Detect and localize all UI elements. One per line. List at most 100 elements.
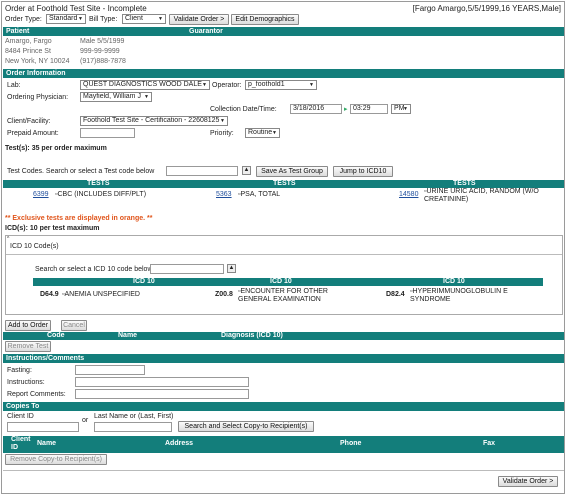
operator-select[interactable]: p_foothold1 ▼	[245, 80, 317, 90]
chevron-down-icon: ▼	[309, 82, 314, 88]
fasting-input[interactable]	[75, 365, 145, 375]
order-type-select[interactable]: Standard ▼	[46, 14, 86, 24]
patient-sex-dob: Male 5/5/1999	[80, 38, 125, 45]
icd-col-2: ICD 10	[270, 278, 292, 285]
priority-select[interactable]: Routine ▼	[245, 128, 280, 138]
chevron-down-icon: ▼	[78, 16, 83, 22]
icd-code: D64.9	[40, 291, 59, 298]
chevron-down-icon: ▼	[403, 106, 408, 112]
order-type-label: Order Type:	[5, 16, 42, 23]
save-test-group-button[interactable]: Save As Test Group	[256, 166, 328, 177]
tests-table-header: TESTS TESTS TESTS	[3, 180, 564, 188]
collection-date-input[interactable]: 3/18/2016	[290, 104, 342, 114]
test-search-label: Test Codes. Search or select a Test code…	[7, 168, 155, 175]
order-info-header: Order Information	[3, 69, 564, 78]
physician-label: Ordering Physician:	[7, 94, 69, 101]
patient-name: Amargo, Fargo	[5, 38, 52, 45]
test-name: ▫PSA, TOTAL	[238, 191, 281, 198]
icd-table-header: ICD 10 ICD 10 ICD 10	[33, 278, 543, 286]
order-col-code: Code	[47, 332, 65, 339]
search-copy-to-button[interactable]: Search and Select Copy-to Recipient(s)	[178, 421, 314, 432]
report-comments-input[interactable]	[75, 389, 249, 399]
icd-name: ▫ANEMIA UNSPECIFIED	[62, 291, 140, 298]
test-code-link[interactable]: 5363	[216, 191, 232, 198]
patient-phone: (917)888-7878	[80, 58, 126, 65]
client-select[interactable]: Foothold Test Site - Certification - 226…	[80, 116, 228, 126]
chevron-down-icon: ▼	[144, 94, 149, 100]
bill-type-select[interactable]: Client ▼	[122, 14, 166, 24]
report-comments-label: Report Comments:	[7, 391, 66, 398]
search-icon[interactable]: ▲	[227, 264, 236, 273]
window-title: Order at Foothold Test Site - Incomplete	[5, 4, 147, 13]
instructions-input[interactable]	[75, 377, 249, 387]
fasting-label: Fasting:	[7, 367, 32, 374]
patient-ssn: 999-99-9999	[80, 48, 120, 55]
client-id-input[interactable]	[7, 422, 79, 432]
copies-header: Copies To	[3, 402, 564, 411]
collapse-icon[interactable]: ^	[7, 236, 9, 242]
icd-col-1: ICD 10	[133, 278, 155, 285]
or-label: or	[82, 417, 89, 424]
test-name: ▫CBC (INCLUDES DIFF/PLT)	[55, 191, 147, 198]
icd-code: D82.4	[386, 291, 405, 298]
tests-max-label: Test(s): 35 per order maximum	[5, 145, 107, 152]
add-to-order-button[interactable]: Add to Order	[5, 320, 51, 331]
icd-search-label: Search or select a ICD 10 code below	[35, 266, 153, 273]
last-name-input[interactable]	[94, 422, 172, 432]
test-code-link[interactable]: 6399	[33, 191, 49, 198]
client-id-label: Client ID	[7, 413, 34, 420]
instructions-label: Instructions:	[7, 379, 45, 386]
icd-name: ▫ENCOUNTER FOR OTHER GENERAL EXAMINATION	[238, 288, 328, 303]
chevron-down-icon: ▼	[272, 130, 277, 136]
icd-max-label: ICD(s): 10 per test maximum	[5, 225, 100, 232]
validate-order-button[interactable]: Validate Order >	[169, 14, 229, 25]
icd-search-input[interactable]	[150, 264, 224, 274]
chevron-down-icon: ▼	[202, 82, 207, 88]
icd-col-3: ICD 10	[443, 278, 465, 285]
search-icon[interactable]: ▲	[242, 166, 251, 175]
copies-col-fax: Fax	[483, 440, 496, 447]
physician-select[interactable]: Mayfield, William J ▼	[80, 92, 152, 102]
bill-type-label: Bill Type:	[89, 16, 118, 23]
lab-select[interactable]: QUEST DIAGNOSTICS WOOD DALE ▼	[80, 80, 210, 90]
calendar-icon[interactable]: ▸	[344, 105, 348, 113]
footer-validate-order-button[interactable]: Validate Order >	[498, 476, 558, 487]
edit-demographics-button[interactable]: Edit Demographics	[231, 14, 299, 25]
copies-col-address: Address	[165, 440, 194, 447]
test-name: ▫URINE URIC ACID, RANDOM (W/O CREATININE…	[424, 188, 539, 203]
copies-table-header: Client ID Name Address Phone Fax	[3, 436, 564, 453]
test-search-input[interactable]	[166, 166, 238, 176]
jump-icd10-button[interactable]: Jump to ICD10	[333, 166, 393, 177]
order-col-diagnosis: Diagnosis (ICD 10)	[221, 332, 283, 339]
chevron-down-icon: ▼	[220, 118, 225, 124]
copies-col-phone: Phone	[340, 440, 362, 447]
client-label: Client/Facility:	[7, 118, 51, 125]
icd-box-title: ICD 10 Code(s)	[10, 243, 59, 250]
collection-time-input[interactable]: 03:29	[350, 104, 388, 114]
lab-label: Lab:	[7, 82, 21, 89]
ampm-select[interactable]: PM ▼	[391, 104, 411, 114]
cancel-button[interactable]: Cancel	[61, 320, 87, 331]
remove-copy-to-button[interactable]: Remove Copy-to Recipient(s)	[5, 454, 107, 465]
patient-city: New York, NY 10024	[5, 58, 70, 65]
prepaid-input[interactable]	[80, 128, 135, 138]
patient-header: Patient	[6, 28, 30, 35]
prepaid-label: Prepaid Amount:	[7, 130, 59, 137]
last-name-label: Last Name or (Last, First)	[94, 413, 174, 420]
order-table-header: Code Name Diagnosis (ICD 10)	[3, 332, 564, 340]
icd-name: ▫HYPERIMMUNOGLOBULIN E SYNDROME	[410, 288, 508, 303]
copies-col-name: Name	[37, 440, 57, 447]
icd-code: Z00.8	[215, 291, 233, 298]
guarantor-header: Guarantor	[189, 28, 223, 35]
copies-col-client-id: Client ID	[11, 436, 31, 451]
remove-test-button[interactable]: Remove Test	[5, 341, 51, 352]
patient-street: 8484 Prince St	[5, 48, 51, 55]
order-col-name: Name	[118, 332, 138, 339]
order-window: Order at Foothold Test Site - Incomplete…	[1, 1, 565, 494]
instructions-header: Instructions/Comments	[3, 354, 564, 363]
test-code-link[interactable]: 14580	[399, 191, 418, 198]
footer-divider	[3, 470, 564, 471]
tests-col-3: TESTS	[453, 180, 476, 187]
patient-summary: [Fargo Amargo,5/5/1999,16 YEARS,Male]	[412, 4, 561, 13]
tests-col-1: TESTS	[87, 180, 110, 187]
